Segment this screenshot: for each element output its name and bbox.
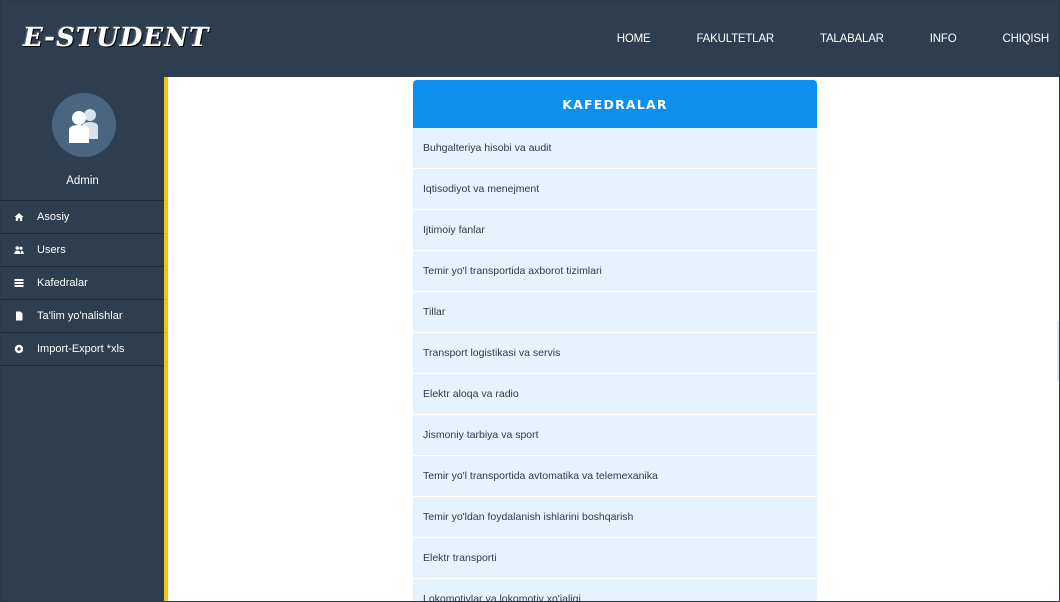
sidebar-item-label: Ta'lim yo'nalishlar: [37, 310, 123, 322]
user-group-icon: [52, 93, 116, 157]
scrollbar[interactable]: [1057, 321, 1059, 381]
sidebar-item-label: Import-Export *xls: [37, 343, 125, 355]
table-icon: [13, 277, 25, 289]
sidebar-accent-bar: [164, 77, 168, 601]
list-item[interactable]: Jismoniy tarbiya va sport: [413, 415, 817, 456]
list-item[interactable]: Ijtimoiy fanlar: [413, 210, 817, 251]
sidebar-menu: Asosiy Users Kafedralar Ta'lim yo'nalish…: [1, 200, 164, 366]
list-item[interactable]: Temir yo'ldan foydalanish ishlarini bosh…: [413, 497, 817, 538]
nav-fakultetlar[interactable]: FAKULTETLAR: [696, 33, 774, 45]
kafedralar-panel: KAFEDRALAR Buhgalteriya hisobi va audit …: [413, 80, 817, 601]
list-item[interactable]: Temir yo'l transportida axborot tizimlar…: [413, 251, 817, 292]
list-item[interactable]: Buhgalteriya hisobi va audit: [413, 128, 817, 169]
sidebar-item-users[interactable]: Users: [1, 234, 164, 267]
list-item[interactable]: Tillar: [413, 292, 817, 333]
top-navbar: E-STUDENT HOME FAKULTETLAR TALABALAR INF…: [1, 1, 1059, 77]
list-item[interactable]: Lokomotivlar va lokomotiv xo'jaligi: [413, 579, 817, 601]
list-item[interactable]: Elektr aloqa va radio: [413, 374, 817, 415]
nav-talabalar[interactable]: TALABALAR: [820, 33, 884, 45]
user-name: Admin: [66, 175, 99, 187]
users-icon: [13, 244, 25, 256]
sidebar-item-kafedralar[interactable]: Kafedralar: [1, 267, 164, 300]
sidebar-item-label: Kafedralar: [37, 277, 88, 289]
user-avatar: [52, 93, 116, 157]
panel-title: KAFEDRALAR: [413, 80, 817, 128]
nav-home[interactable]: HOME: [617, 33, 651, 45]
list-item[interactable]: Temir yo'l transportida avtomatika va te…: [413, 456, 817, 497]
brand-logo[interactable]: E-STUDENT: [23, 23, 209, 53]
main-nav: HOME FAKULTETLAR TALABALAR INFO CHIQISH: [617, 1, 1049, 77]
sidebar-item-label: Asosiy: [37, 211, 70, 223]
sidebar-item-label: Users: [37, 244, 66, 256]
nav-chiqish[interactable]: CHIQISH: [1002, 33, 1049, 45]
app-frame: E-STUDENT HOME FAKULTETLAR TALABALAR INF…: [0, 0, 1060, 602]
file-icon: [13, 310, 25, 322]
sidebar-item-import-export[interactable]: Import-Export *xls: [1, 333, 164, 366]
circle-icon: [13, 343, 25, 355]
list-item[interactable]: Transport logistikasi va servis: [413, 333, 817, 374]
sidebar-item-talim-yonalishlar[interactable]: Ta'lim yo'nalishlar: [1, 300, 164, 333]
list-item[interactable]: Iqtisodiyot va menejment: [413, 169, 817, 210]
sidebar-item-asosiy[interactable]: Asosiy: [1, 201, 164, 234]
list-item[interactable]: Elektr transporti: [413, 538, 817, 579]
nav-info[interactable]: INFO: [930, 33, 957, 45]
home-icon: [13, 211, 25, 223]
